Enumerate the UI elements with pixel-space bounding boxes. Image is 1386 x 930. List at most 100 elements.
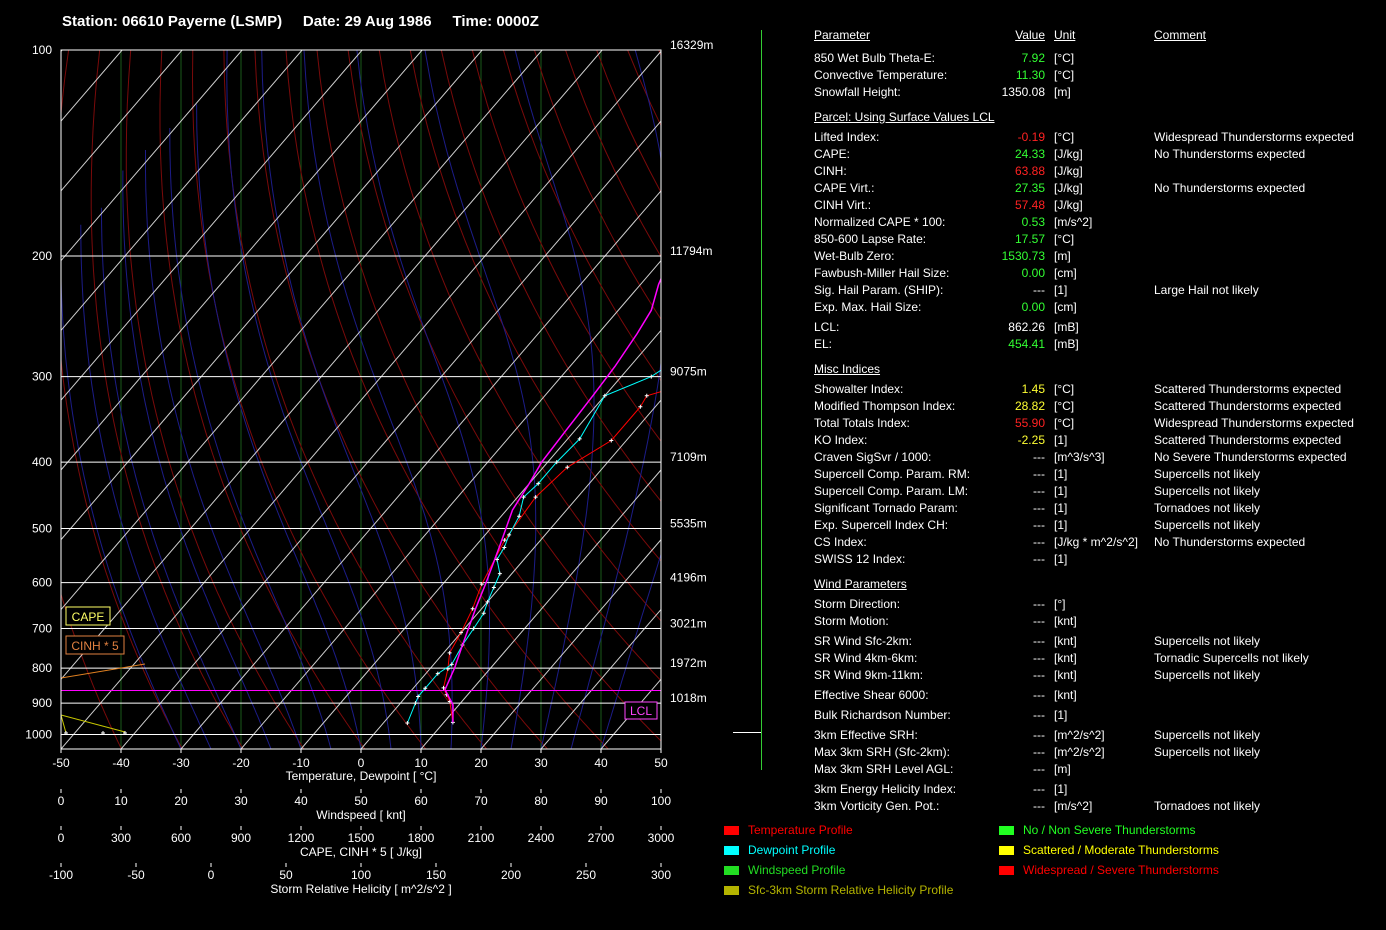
- profile-point: [405, 720, 410, 725]
- height-label: 7109m: [670, 450, 707, 464]
- param-name: Total Totals Index:: [814, 416, 910, 430]
- legend-label: Temperature Profile: [748, 823, 853, 837]
- srh-axis-tick-label: 300: [651, 868, 671, 882]
- x-tick-label: -30: [172, 756, 190, 770]
- pressure-tick-label: 100: [32, 43, 52, 57]
- srh-line: [61, 714, 67, 734]
- date-label: Date: 29 Aug 1986: [302, 13, 432, 30]
- profile-point: [714, 370, 718, 374]
- height-label: 9075m: [670, 365, 707, 379]
- param-value: 0.00: [1021, 300, 1045, 314]
- dry-adiabat: [125, 50, 305, 749]
- param-comment: Scattered Thunderstorms expected: [1154, 399, 1342, 413]
- profile-point: [723, 317, 727, 321]
- param-comment: Supercells not likely: [1154, 745, 1261, 759]
- param-value: ---: [1033, 283, 1045, 297]
- param-unit: [J/kg * m^2/s^2]: [1054, 535, 1138, 549]
- param-unit: [°C]: [1054, 399, 1075, 413]
- param-value: ---: [1033, 467, 1045, 481]
- param-name: Supercell Comp. Param. LM:: [814, 484, 969, 498]
- isotherm: [120, 120, 661, 749]
- header-value: Value: [1015, 28, 1045, 42]
- param-unit: [knt]: [1054, 668, 1077, 682]
- param-name: SR Wind 4km-6km:: [814, 651, 918, 665]
- param-value: ---: [1033, 597, 1045, 611]
- wind-axis-tick-label: 100: [651, 794, 671, 808]
- param-name: 3km Vorticity Gen. Pot.:: [814, 799, 940, 813]
- cape-axis-tick-label: 2400: [528, 831, 555, 845]
- param-value: 24.33: [1014, 147, 1045, 161]
- lcl-label-text: LCL: [630, 704, 652, 718]
- param-value: ---: [1033, 651, 1045, 665]
- param-name: Lifted Index:: [814, 130, 880, 144]
- moist-adiabat: [145, 150, 302, 749]
- moist-adiabat: [261, 50, 422, 749]
- param-unit: [m^2/s^2]: [1054, 745, 1105, 759]
- profile-point: [644, 393, 649, 398]
- srh-axis-tick-label: -50: [127, 868, 145, 882]
- cape-axis-tick-label: 1200: [288, 831, 315, 845]
- param-unit: [J/kg]: [1054, 147, 1083, 161]
- station-label: Station: 06610 Payerne (LSMP): [62, 13, 283, 30]
- wind-axis-tick-label: 0: [58, 794, 65, 808]
- param-name: Exp. Max. Hail Size:: [814, 300, 922, 314]
- param-unit: [m^3/s^3]: [1054, 450, 1105, 464]
- param-value: ---: [1033, 518, 1045, 532]
- legend: Temperature Profile Dewpoint Profile Winds…: [724, 822, 1384, 912]
- param-unit: [mB]: [1054, 320, 1079, 334]
- legend-item: Sfc-3km Storm Relative Helicity Profile: [724, 882, 953, 898]
- param-unit: [m/s^2]: [1054, 215, 1093, 229]
- param-comment: Supercells not likely: [1154, 484, 1261, 498]
- legend-label: Windspeed Profile: [748, 863, 846, 877]
- legend-swatch: [724, 866, 739, 876]
- param-unit: [J/kg]: [1054, 181, 1083, 195]
- x-tick-label: 50: [654, 756, 668, 770]
- param-value: ---: [1033, 762, 1045, 776]
- profile-point: [470, 606, 475, 611]
- profile-point: [497, 571, 502, 576]
- header-comment: Comment: [1154, 28, 1207, 42]
- param-value: -2.25: [1017, 433, 1045, 447]
- pressure-tick-label: 900: [32, 696, 52, 710]
- height-label: 1972m: [670, 656, 707, 670]
- param-comment: Supercells not likely: [1154, 634, 1261, 648]
- param-unit: [1]: [1054, 501, 1068, 515]
- srh-axis-tick-label: 150: [426, 868, 446, 882]
- wind-axis-tick-label: 30: [234, 794, 248, 808]
- cape-axis-tick-label: 300: [111, 831, 131, 845]
- srh-line: [61, 714, 126, 733]
- height-label: 11794m: [670, 244, 712, 258]
- param-name: CINH Virt.:: [814, 198, 872, 212]
- legend-swatch: [999, 846, 1014, 856]
- param-unit: [°C]: [1054, 232, 1075, 246]
- height-label: 5535m: [670, 516, 707, 530]
- wind-axis-tick-label: 60: [414, 794, 428, 808]
- param-value: 0.53: [1021, 215, 1045, 229]
- param-unit: [°C]: [1054, 130, 1075, 144]
- pressure-tick-label: 800: [32, 661, 52, 675]
- height-label: 4196m: [670, 571, 707, 585]
- param-value: ---: [1033, 484, 1045, 498]
- wind-axis-tick-label: 40: [294, 794, 308, 808]
- param-comment: Supercells not likely: [1154, 518, 1261, 532]
- param-unit: [knt]: [1054, 614, 1077, 628]
- param-unit: [knt]: [1054, 651, 1077, 665]
- dry-adiabat: [285, 50, 609, 749]
- parameter-table: Parameter Value Unit Comment 850 Wet Bulb Th…: [814, 27, 1384, 817]
- param-value: 454.41: [1008, 337, 1045, 351]
- section-title: Wind Parameters: [814, 577, 907, 591]
- param-value: ---: [1033, 535, 1045, 549]
- srh-axis-tick-label: 100: [351, 868, 371, 882]
- legend-swatch: [724, 846, 739, 856]
- param-name: Normalized CAPE * 100:: [814, 215, 946, 229]
- profile-point: [677, 356, 681, 360]
- param-unit: [m^2/s^2]: [1054, 728, 1105, 742]
- cape-axis-tick-label: 900: [231, 831, 251, 845]
- moist-adiabat: [122, 170, 272, 749]
- param-name: 3km Energy Helicity Index:: [814, 782, 957, 796]
- param-comment: No Severe Thunderstorms expected: [1154, 450, 1347, 464]
- pressure-tick-label: 700: [32, 621, 52, 635]
- param-unit: [m]: [1054, 85, 1071, 99]
- param-name: EL:: [814, 337, 833, 351]
- pressure-tick-label: 200: [32, 249, 52, 263]
